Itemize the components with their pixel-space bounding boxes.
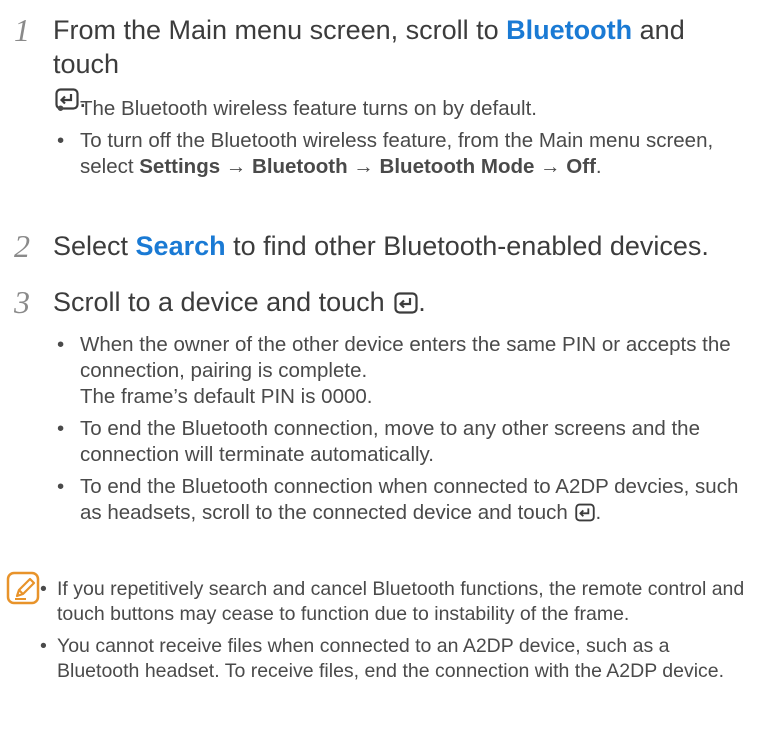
step-number: 3	[14, 284, 30, 320]
menu-name-bluetooth: Bluetooth	[506, 15, 633, 45]
menu-path: Settings → Bluetooth → Bluetooth Mode → …	[139, 155, 596, 178]
menu-name-search: Search	[135, 231, 226, 261]
enter-key-icon	[575, 503, 596, 522]
step-number: 1	[14, 12, 30, 48]
list-item: When the owner of the other device enter…	[57, 332, 747, 410]
step-instruction: Select Search to find other Bluetooth-en…	[53, 231, 709, 261]
note-list: If you repetitively search and cancel Bl…	[40, 577, 752, 691]
step-3-bullets: When the owner of the other device enter…	[57, 332, 747, 532]
list-item: The Bluetooth wireless feature turns on …	[57, 96, 747, 122]
list-item: To turn off the Bluetooth wireless featu…	[57, 128, 747, 180]
note-item: You cannot receive files when connected …	[40, 634, 752, 684]
list-item: To end the Bluetooth connection, move to…	[57, 416, 747, 468]
note-item: If you repetitively search and cancel Bl…	[40, 577, 752, 627]
enter-key-icon	[394, 292, 418, 314]
step-instruction: Scroll to a device and touch .	[53, 287, 426, 317]
note-pencil-icon	[6, 571, 40, 605]
list-item: To end the Bluetooth connection when con…	[57, 474, 747, 526]
step-1-bullets: The Bluetooth wireless feature turns on …	[57, 96, 747, 186]
step-number: 2	[14, 228, 30, 264]
